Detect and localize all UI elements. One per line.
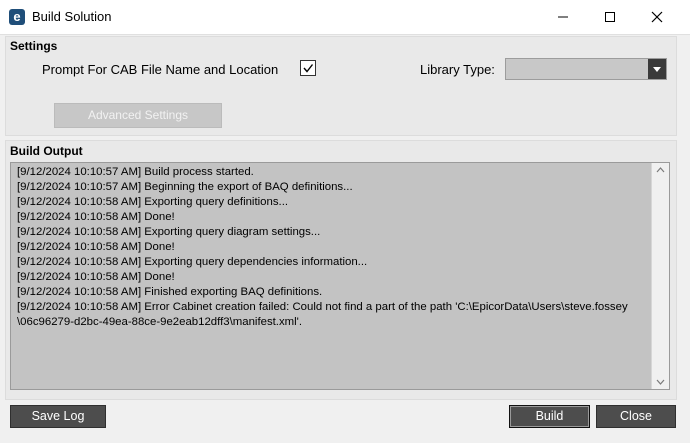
build-output-heading: Build Output <box>10 144 83 158</box>
log-line: [9/12/2024 10:10:58 AM] Exporting query … <box>17 226 321 238</box>
log-scrollbar[interactable] <box>651 163 669 389</box>
scroll-up-icon[interactable] <box>656 167 665 173</box>
log-line: [9/12/2024 10:10:58 AM] Done! <box>17 271 175 283</box>
log-line: [9/12/2024 10:10:58 AM] Finished exporti… <box>17 286 323 298</box>
dropdown-button[interactable] <box>648 59 666 79</box>
window-title: Build Solution <box>32 9 112 24</box>
log-line: \06c96279-d2bc-49ea-88ce-9e2eab12dff3\ma… <box>17 316 303 328</box>
log-line: [9/12/2024 10:10:58 AM] Done! <box>17 211 175 223</box>
prompt-cab-checkbox[interactable] <box>300 60 316 76</box>
build-output-log[interactable]: [9/12/2024 10:10:57 AM] Build process st… <box>10 162 670 390</box>
scroll-down-icon[interactable] <box>656 379 665 385</box>
log-lines: [9/12/2024 10:10:57 AM] Build process st… <box>17 165 647 330</box>
build-button[interactable]: Build <box>509 405 590 428</box>
log-line: [9/12/2024 10:10:58 AM] Exporting query … <box>17 256 368 268</box>
log-line: [9/12/2024 10:10:58 AM] Exporting query … <box>17 196 289 208</box>
app-icon: e <box>9 9 25 25</box>
prompt-cab-label: Prompt For CAB File Name and Location <box>42 62 279 77</box>
advanced-settings-button[interactable]: Advanced Settings <box>54 103 222 128</box>
maximize-icon <box>605 12 615 22</box>
library-type-select[interactable] <box>505 58 667 80</box>
settings-heading: Settings <box>10 39 58 53</box>
log-line: [9/12/2024 10:10:58 AM] Error Cabinet cr… <box>17 301 628 313</box>
checkmark-icon <box>303 64 314 73</box>
log-line: [9/12/2024 10:10:57 AM] Beginning the ex… <box>17 181 353 193</box>
close-button[interactable]: Close <box>596 405 676 428</box>
save-log-button[interactable]: Save Log <box>10 405 106 428</box>
log-line: [9/12/2024 10:10:58 AM] Done! <box>17 241 175 253</box>
title-bar: e Build Solution <box>0 0 690 35</box>
close-window-button[interactable] <box>634 0 680 34</box>
maximize-button[interactable] <box>587 0 633 34</box>
log-line: [9/12/2024 10:10:57 AM] Build process st… <box>17 166 254 178</box>
library-type-label: Library Type: <box>420 62 495 77</box>
minimize-icon <box>558 16 568 18</box>
chevron-down-icon <box>653 67 661 72</box>
minimize-button[interactable] <box>540 0 586 34</box>
close-icon <box>651 11 663 23</box>
